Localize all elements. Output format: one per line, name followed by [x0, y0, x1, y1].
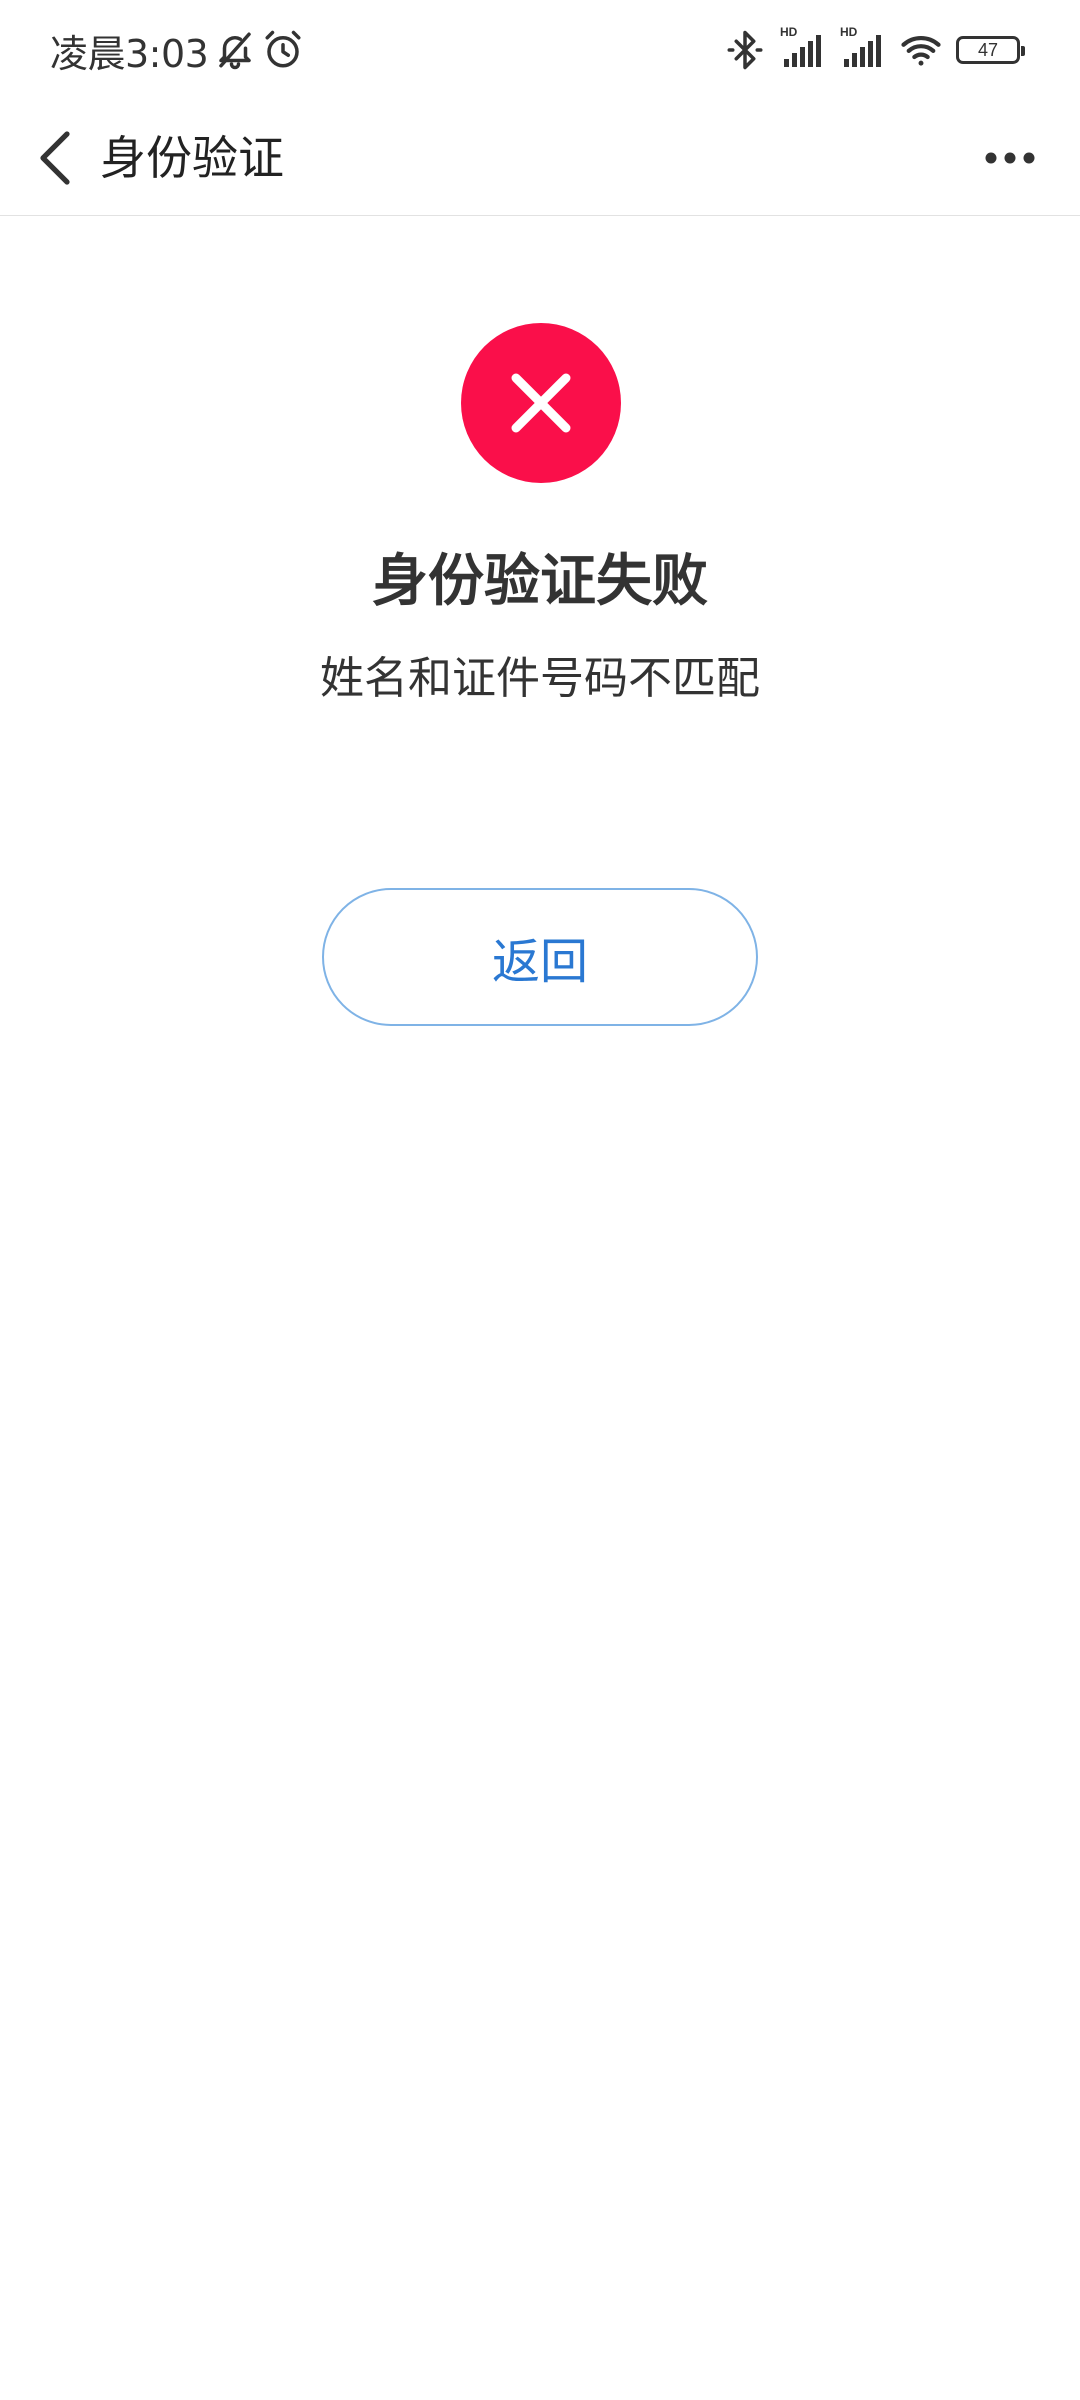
- more-options-button[interactable]: [970, 134, 1050, 182]
- alarm-icon: [262, 29, 304, 71]
- wifi-icon: [900, 29, 942, 71]
- hd-label: HD: [840, 25, 858, 39]
- bluetooth-icon: [724, 29, 766, 71]
- result-message: 姓名和证件号码不匹配: [320, 653, 760, 704]
- back-nav-button[interactable]: [24, 122, 86, 194]
- nav-bar: 身份验证: [0, 100, 1080, 216]
- status-left: 凌晨3:03: [50, 22, 304, 78]
- bell-off-icon: [214, 29, 256, 71]
- chevron-left-icon: [40, 131, 70, 185]
- hd-label: HD: [780, 25, 798, 39]
- battery-level: 47: [977, 40, 999, 60]
- return-button[interactable]: 返回: [322, 888, 758, 1026]
- status-bar: 凌晨3:03 HD HD 47: [0, 0, 1080, 100]
- result-title: 身份验证失败: [372, 549, 708, 614]
- signal-hd-icon: HD: [780, 25, 826, 71]
- signal-hd-icon: HD: [840, 25, 886, 71]
- close-icon: [511, 373, 571, 433]
- error-circle-x-icon: [461, 323, 621, 483]
- status-time: 凌晨3:03: [50, 31, 209, 76]
- more-horizontal-icon: [985, 152, 1035, 164]
- page-title: 身份验证: [100, 131, 284, 185]
- battery-icon: 47: [956, 36, 1025, 64]
- status-right: HD HD 47: [724, 22, 1025, 78]
